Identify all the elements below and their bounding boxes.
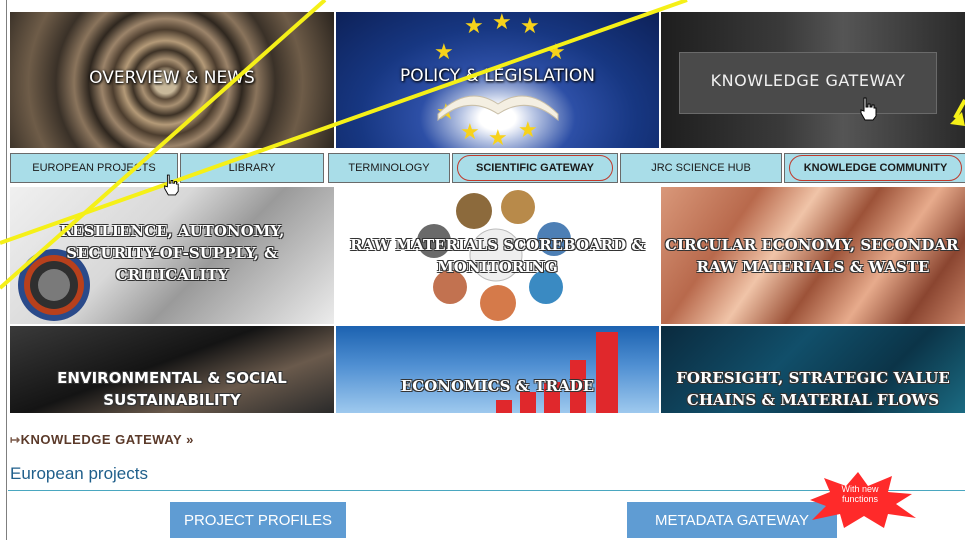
tile-label-line: CRITICALITY: [115, 266, 229, 284]
star-icon: ★: [434, 40, 454, 65]
tile-label-line: ENVIRONMENTAL & SOCIAL: [57, 369, 287, 387]
tile-environmental[interactable]: ENVIRONMENTAL & SOCIAL SUSTAINABILITY: [10, 326, 334, 413]
badge-text: With new: [841, 484, 879, 494]
breadcrumb-arrow-icon: ↦: [10, 433, 21, 447]
hand-cursor-icon: [164, 174, 179, 196]
star-icon: ★: [492, 12, 512, 35]
star-icon: ★: [488, 126, 508, 148]
tab-label: JRC SCIENCE HUB: [651, 162, 751, 174]
page: OVERVIEW & NEWS ★ ★ ★ ★ ★ ★ ★ ★ ★ POLICY…: [0, 0, 965, 540]
knowledge-gateway-box[interactable]: KNOWLEDGE GATEWAY: [679, 52, 937, 114]
star-icon: ★: [464, 14, 484, 39]
left-border: [6, 0, 7, 540]
tile-label-line: MONITORING: [437, 258, 558, 276]
materials-wheel-icon: [417, 190, 571, 321]
tab-knowledge-community[interactable]: KNOWLEDGE COMMUNITY: [784, 153, 965, 183]
hero-overview-news[interactable]: OVERVIEW & NEWS: [10, 12, 334, 148]
tab-scientific-gateway[interactable]: SCIENTIFIC GATEWAY: [452, 153, 618, 183]
breadcrumb: ↦KNOWLEDGE GATEWAY »: [10, 432, 194, 447]
tile-scoreboard[interactable]: RAW MATERIALS SCOREBOARD & MONITORING: [336, 187, 659, 324]
tab-label: TERMINOLOGY: [348, 162, 430, 174]
button-label: PROJECT PROFILES: [183, 511, 333, 529]
hero-knowledge-gateway[interactable]: KNOWLEDGE GATEWAY: [661, 12, 965, 148]
tile-label-line: FORESIGHT, STRATEGIC VALUE: [676, 369, 950, 387]
tile-label-line: SUSTAINABILITY: [103, 391, 241, 409]
breadcrumb-separator: »: [186, 432, 194, 447]
tile-label-line: RAW MATERIALS SCOREBOARD &: [350, 236, 645, 254]
tile-economics-trade[interactable]: ECONOMICS & TRADE: [336, 326, 659, 413]
tab-jrc-science-hub[interactable]: JRC SCIENCE HUB: [620, 153, 782, 183]
sub-navigation: EUROPEAN PROJECTS LIBRARY TERMINOLOGY SC…: [0, 151, 965, 185]
tab-label: LIBRARY: [228, 162, 276, 174]
tile-label-line: SECURITY-OF-SUPPLY, &: [66, 244, 278, 262]
tile-resilience[interactable]: RESILIENCE, AUTONOMY, SECURITY-OF-SUPPLY…: [10, 187, 334, 324]
tile-foresight[interactable]: FORESIGHT, STRATEGIC VALUE CHAINS & MATE…: [661, 326, 965, 413]
star-icon: ★: [520, 14, 540, 39]
hero-knowledge-label: KNOWLEDGE GATEWAY: [710, 71, 906, 90]
hero-overview-label: OVERVIEW & NEWS: [89, 68, 255, 88]
hero-policy-label: POLICY & LEGISLATION: [400, 66, 595, 86]
badge-text: functions: [841, 494, 879, 504]
highlight-oval: [457, 155, 613, 181]
hero-policy-legislation[interactable]: ★ ★ ★ ★ ★ ★ ★ ★ ★ POLICY & LEGISLATION: [336, 12, 659, 148]
star-icon: ★: [546, 40, 566, 65]
hand-cursor-icon: [860, 97, 877, 121]
tab-library[interactable]: LIBRARY: [180, 153, 324, 183]
tab-label: EUROPEAN PROJECTS: [32, 162, 156, 174]
tile-label-line: RAW MATERIALS & WASTE: [696, 258, 930, 276]
tile-label-line: ECONOMICS & TRADE: [400, 377, 595, 395]
tile-label-line: CHAINS & MATERIAL FLOWS: [686, 391, 940, 409]
tile-label-line: RESILIENCE, AUTONOMY,: [59, 222, 285, 240]
section-title: European projects: [10, 464, 148, 483]
tab-terminology[interactable]: TERMINOLOGY: [328, 153, 450, 183]
tile-label-line: CIRCULAR ECONOMY, SECONDAR: [665, 236, 959, 254]
project-profiles-button[interactable]: PROJECT PROFILES: [170, 502, 346, 538]
new-functions-badge: With new functions: [800, 470, 920, 530]
button-label: METADATA GATEWAY: [655, 511, 809, 529]
tile-circular-economy[interactable]: CIRCULAR ECONOMY, SECONDAR RAW MATERIALS…: [661, 187, 965, 324]
bar-graphic-icon: [496, 332, 618, 413]
breadcrumb-link[interactable]: KNOWLEDGE GATEWAY: [21, 432, 182, 447]
highlight-oval: [789, 155, 962, 181]
tab-european-projects[interactable]: EUROPEAN PROJECTS: [10, 153, 178, 183]
